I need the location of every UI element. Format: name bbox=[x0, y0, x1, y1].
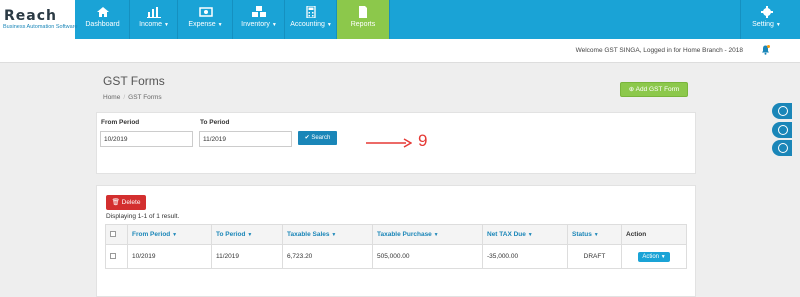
row-action-button[interactable]: Action ▼ bbox=[638, 251, 670, 262]
from-period-label: From Period bbox=[101, 119, 140, 126]
nav-accounting-label: Accounting ▼ bbox=[290, 21, 332, 28]
nav-income-label: Income ▼ bbox=[139, 21, 169, 28]
nav-income[interactable]: Income ▼ bbox=[131, 0, 178, 39]
home-icon bbox=[96, 7, 109, 17]
to-period-input[interactable] bbox=[199, 131, 292, 147]
col-from-period[interactable]: From Period ▼ bbox=[127, 224, 212, 245]
welcome-message: Welcome GST SINGA, Logged in for Home Br… bbox=[575, 47, 743, 54]
col-to-period[interactable]: To Period ▼ bbox=[211, 224, 283, 245]
col-taxable-purchase[interactable]: Taxable Purchase ▼ bbox=[372, 224, 483, 245]
nav-dashboard[interactable]: Dashboard bbox=[76, 0, 130, 39]
plus-circle-icon: ⊕ bbox=[628, 86, 635, 93]
nav-expense[interactable]: Expense ▼ bbox=[179, 0, 233, 39]
delete-button-label: Delete bbox=[121, 199, 141, 206]
red-arrow-annotation bbox=[366, 138, 412, 148]
money-icon bbox=[198, 7, 213, 17]
cubes-icon bbox=[252, 6, 266, 17]
trash-icon: 🗑 bbox=[111, 199, 120, 206]
cell-net-tax-due: -35,000.00 bbox=[482, 244, 568, 269]
nav-reports-label: Reports bbox=[350, 21, 376, 28]
delete-button[interactable]: 🗑 Delete bbox=[106, 195, 146, 210]
brand-logo[interactable]: Reach Business Automation Software bbox=[0, 0, 78, 39]
col-net-tax-due[interactable]: Net TAX Due ▼ bbox=[482, 224, 568, 245]
calculator-icon bbox=[306, 6, 316, 18]
results-summary: Displaying 1-1 of 1 result. bbox=[106, 213, 180, 220]
page-title: GST Forms bbox=[103, 74, 165, 88]
skype-icon bbox=[778, 106, 788, 116]
nav-reports[interactable]: Reports bbox=[337, 0, 390, 39]
cell-taxable-purchase: 505,000.00 bbox=[372, 244, 483, 269]
check-icon: ✔ bbox=[304, 135, 310, 141]
chat-float-button[interactable] bbox=[772, 122, 792, 138]
nav-expense-label: Expense ▼ bbox=[188, 21, 223, 28]
cell-to-period: 11/2019 bbox=[211, 244, 283, 269]
breadcrumb-current: GST Forms bbox=[128, 94, 162, 101]
search-button[interactable]: ✔ Search bbox=[298, 131, 337, 145]
select-all-checkbox[interactable] bbox=[110, 231, 116, 238]
nav-dashboard-label: Dashboard bbox=[85, 21, 120, 28]
gst-forms-table: From Period ▼ To Period ▼ Taxable Sales … bbox=[105, 224, 687, 269]
add-gst-form-button[interactable]: ⊕ Add GST Form bbox=[620, 82, 688, 97]
cell-taxable-sales: 6,723.20 bbox=[282, 244, 373, 269]
nav-setting-label: Setting ▼ bbox=[752, 21, 781, 28]
from-period-input[interactable] bbox=[100, 131, 193, 147]
cell-from-period: 10/2019 bbox=[127, 244, 212, 269]
cell-action: Action ▼ bbox=[621, 244, 687, 269]
skype-float-button[interactable] bbox=[772, 103, 792, 119]
col-taxable-sales[interactable]: Taxable Sales ▼ bbox=[282, 224, 373, 245]
breadcrumb: Home / GST Forms bbox=[103, 94, 162, 101]
col-status[interactable]: Status ▼ bbox=[567, 224, 622, 245]
support-icon bbox=[778, 143, 788, 153]
chat-icon bbox=[778, 125, 788, 135]
nav-accounting[interactable]: Accounting ▼ bbox=[286, 0, 337, 39]
breadcrumb-home[interactable]: Home bbox=[103, 94, 120, 101]
select-all-cell bbox=[105, 224, 128, 245]
gear-icon bbox=[760, 6, 773, 18]
nav-setting[interactable]: Setting ▼ bbox=[740, 0, 792, 39]
row-checkbox[interactable] bbox=[110, 253, 116, 260]
welcome-bar: Welcome GST SINGA, Logged in for Home Br… bbox=[0, 39, 800, 63]
add-gst-form-label: Add GST Form bbox=[635, 86, 680, 93]
nav-inventory-label: Inventory ▼ bbox=[241, 21, 277, 28]
brand-name: Reach bbox=[4, 8, 57, 24]
table-row: 10/2019 11/2019 6,723.20 505,000.00 -35,… bbox=[105, 244, 687, 269]
top-navbar: Reach Business Automation Software Dashb… bbox=[0, 0, 800, 39]
support-float-button[interactable] bbox=[772, 140, 792, 156]
nav-inventory[interactable]: Inventory ▼ bbox=[234, 0, 285, 39]
cell-status: DRAFT bbox=[567, 244, 622, 269]
notification-bell-icon[interactable] bbox=[761, 45, 770, 55]
bar-chart-icon bbox=[147, 7, 161, 18]
brand-tagline: Business Automation Software bbox=[3, 24, 78, 30]
row-select-cell bbox=[105, 244, 128, 269]
document-icon bbox=[359, 6, 367, 18]
to-period-label: To Period bbox=[200, 119, 230, 126]
col-action: Action bbox=[621, 224, 687, 245]
search-button-label: Search bbox=[311, 135, 331, 141]
table-header-row: From Period ▼ To Period ▼ Taxable Sales … bbox=[105, 224, 687, 245]
annotation-number: 9 bbox=[418, 131, 428, 150]
